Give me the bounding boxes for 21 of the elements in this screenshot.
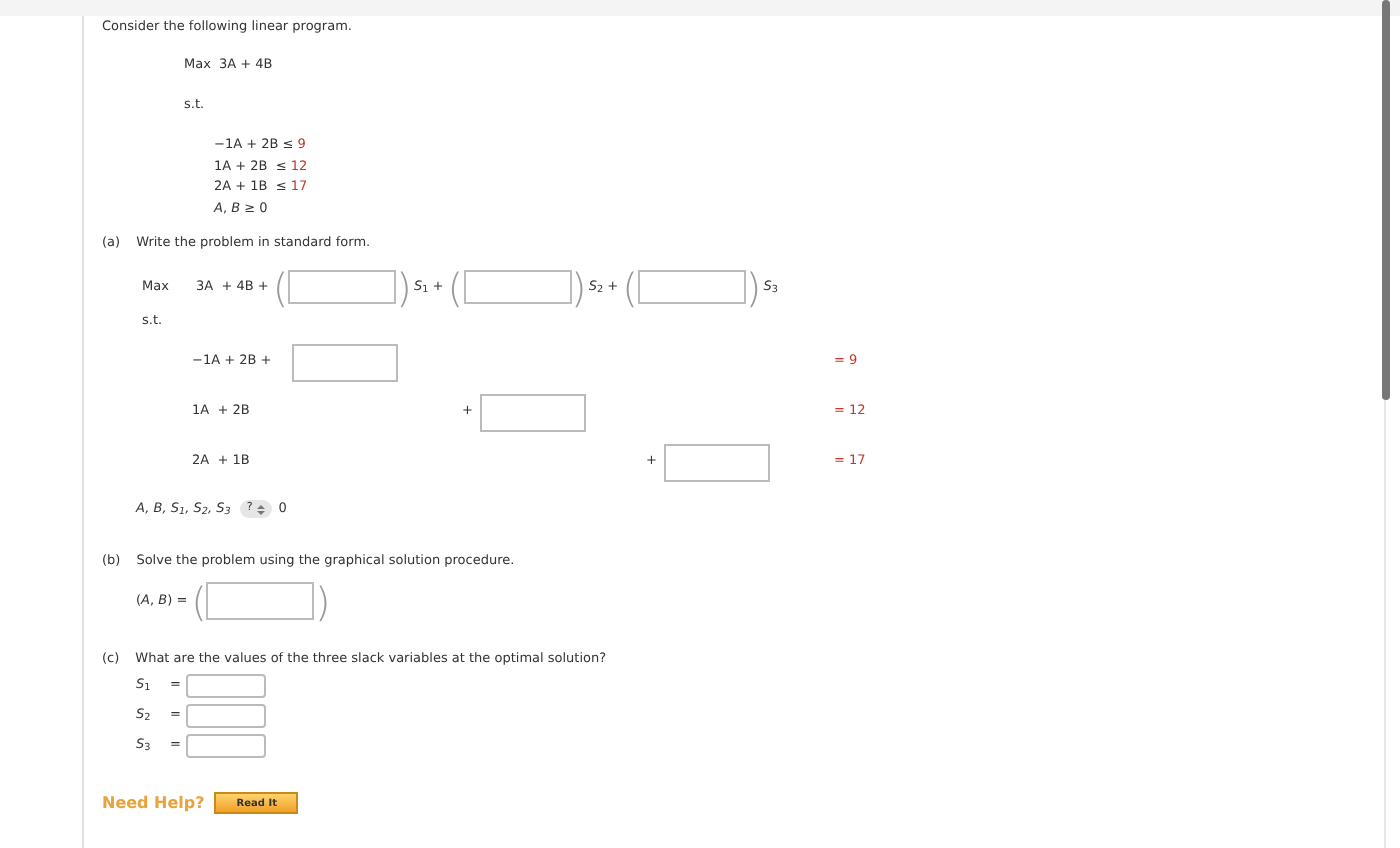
answer-box[interactable] <box>664 443 771 481</box>
answer-box[interactable] <box>292 343 398 381</box>
answer-box[interactable] <box>186 704 267 728</box>
answer-box[interactable] <box>186 734 267 758</box>
answer-box[interactable] <box>463 270 572 304</box>
parenthesis: ( <box>622 267 638 307</box>
answer-box[interactable] <box>480 393 587 431</box>
answer-box[interactable] <box>637 270 746 304</box>
answer-box[interactable] <box>206 582 315 620</box>
parenthesis: ( <box>272 267 289 307</box>
answer-box[interactable] <box>288 270 397 304</box>
dropdown-icon <box>256 503 267 515</box>
help-text: Need Help? <box>102 791 205 815</box>
parenthesis: ( <box>191 581 207 621</box>
scrollbar-thumb[interactable] <box>1382 0 1390 400</box>
parenthesis: ) <box>571 267 587 307</box>
answer-box[interactable] <box>186 674 267 698</box>
parenthesis: ( <box>447 267 464 307</box>
parenthesis: ) <box>314 581 331 621</box>
parenthesis: ) <box>396 267 412 307</box>
parenthesis: ) <box>745 267 762 307</box>
